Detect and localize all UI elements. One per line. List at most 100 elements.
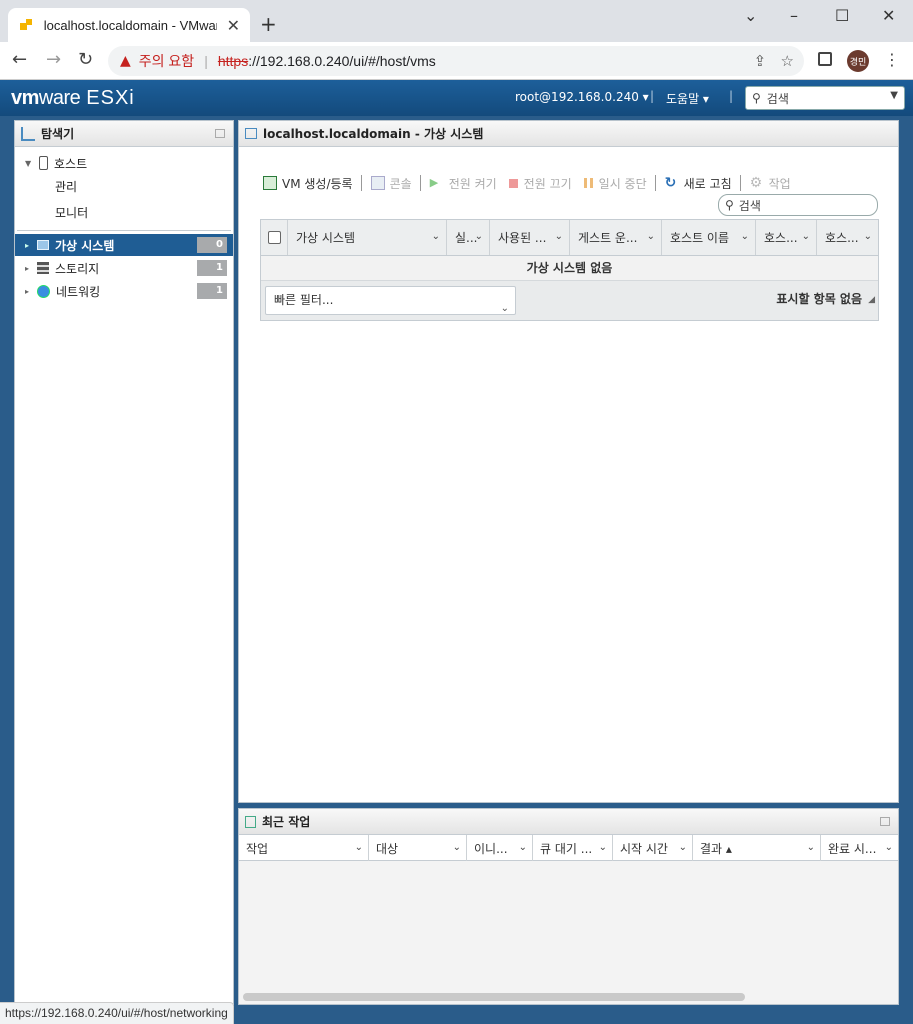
navigator-panel: 탐색기 ▼ 호스트 관리 모니터 ▸ 가상 시스템 0 ▸ 스토리지 1 ▸ 네… bbox=[14, 120, 234, 1005]
storage-icon bbox=[37, 262, 49, 274]
chevron-down-icon[interactable]: ⌄ bbox=[864, 231, 872, 242]
new-tab-icon[interactable]: + bbox=[260, 12, 277, 36]
sidebar-item-networking[interactable]: ▸ 네트워킹 1 bbox=[15, 280, 233, 302]
column-header[interactable]: 큐 대기 ... ⌄ bbox=[533, 835, 613, 861]
select-all-checkbox[interactable] bbox=[268, 231, 281, 244]
share-and-bookmark-icons[interactable]: ⇪ ☆ bbox=[754, 52, 794, 70]
power-off-button[interactable]: 전원 끄기 bbox=[505, 175, 572, 192]
browser-menu-icon[interactable]: ⋮ bbox=[884, 50, 900, 69]
browser-tab[interactable]: localhost.localdomain - VMware ✕ bbox=[8, 8, 250, 42]
horizontal-scrollbar[interactable] bbox=[243, 993, 745, 1001]
page-title: localhost.localdomain - 가상 시스템 bbox=[263, 127, 484, 141]
side-panel-icon[interactable] bbox=[818, 52, 832, 66]
user-menu[interactable]: root@192.168.0.240 ▾ bbox=[515, 90, 649, 104]
actions-button[interactable]: ⚙ 작업 bbox=[750, 175, 791, 192]
chevron-down-icon[interactable]: ⌄ bbox=[679, 842, 687, 853]
column-label: 게스트 운... bbox=[578, 231, 638, 245]
column-header[interactable]: 호스트 이름 ⌄ bbox=[662, 220, 756, 255]
select-all-column[interactable] bbox=[261, 220, 288, 255]
tab-close-icon[interactable]: ✕ bbox=[227, 16, 240, 35]
virtual-machines-icon bbox=[245, 128, 257, 139]
sidebar-item-storage[interactable]: ▸ 스토리지 1 bbox=[15, 257, 233, 279]
vm-search-input[interactable]: ⚲ 검색 bbox=[718, 194, 878, 216]
recent-tasks-header: 최근 작업 bbox=[239, 809, 898, 835]
count-badge: 1 bbox=[197, 283, 227, 299]
sidebar-item-label: 가상 시스템 bbox=[55, 238, 115, 253]
column-header[interactable]: 이니... ⌄ bbox=[467, 835, 533, 861]
profile-avatar[interactable]: 경민 bbox=[847, 50, 869, 72]
sidebar-item-label: 네트워킹 bbox=[56, 284, 101, 299]
console-button[interactable]: 콘솔 bbox=[370, 175, 412, 192]
chevron-down-icon[interactable]: ⌄ bbox=[519, 842, 527, 853]
column-header[interactable]: 실... ⌄ bbox=[447, 220, 490, 255]
quick-filter-select[interactable]: 빠른 필터... ⌄ bbox=[265, 286, 516, 315]
reload-icon[interactable]: ↻ bbox=[78, 49, 93, 70]
minimize-panel-icon[interactable] bbox=[880, 817, 890, 826]
chevron-down-icon[interactable]: ⌄ bbox=[741, 231, 749, 242]
column-header[interactable]: 완료 시... ⌄ bbox=[821, 835, 898, 861]
sidebar-item-virtual-machines[interactable]: ▸ 가상 시스템 0 bbox=[15, 234, 233, 256]
chevron-down-icon[interactable]: ⌄ bbox=[475, 231, 483, 242]
chevron-down-icon[interactable]: ⌄ bbox=[501, 295, 509, 322]
create-register-vm-button[interactable]: VM 생성/등록 bbox=[263, 175, 353, 192]
item-count-label: 표시할 항목 없음 bbox=[776, 292, 862, 306]
header-search-input[interactable]: ⚲ 검색 ▼ bbox=[745, 86, 905, 110]
header-divider: | bbox=[650, 89, 655, 103]
resize-grip-icon[interactable]: ◢ bbox=[868, 295, 875, 305]
chevron-down-icon[interactable]: ⌄ bbox=[555, 231, 563, 242]
column-header[interactable]: 가상 시스템 ⌄ bbox=[288, 220, 447, 255]
power-on-label: 전원 켜기 bbox=[448, 176, 497, 191]
column-header[interactable]: 호스... ⌄ bbox=[817, 220, 878, 255]
expand-triangle-icon[interactable]: ▸ bbox=[25, 264, 33, 273]
minimize-icon[interactable]: ⌄ bbox=[744, 6, 757, 25]
refresh-icon: ↻ bbox=[664, 175, 677, 191]
sidebar-item-manage[interactable]: 관리 bbox=[15, 175, 233, 197]
logo-product: ESXi bbox=[86, 87, 135, 109]
column-header[interactable]: 시작 시간 ⌄ bbox=[613, 835, 693, 861]
suspend-button[interactable]: 일시 중단 bbox=[580, 175, 647, 192]
column-header[interactable]: 사용된 ... ⌄ bbox=[490, 220, 570, 255]
host-icon bbox=[39, 156, 48, 170]
sidebar-item-monitor[interactable]: 모니터 bbox=[15, 201, 233, 223]
power-on-button[interactable]: ▶ 전원 켜기 bbox=[430, 175, 497, 192]
chevron-down-icon[interactable]: ⌄ bbox=[599, 842, 607, 853]
chevron-down-icon[interactable]: ⌄ bbox=[432, 231, 440, 242]
chevron-down-icon[interactable]: ⌄ bbox=[885, 842, 893, 853]
sidebar-item-host[interactable]: ▼ 호스트 bbox=[15, 152, 233, 174]
minimize-panel-icon[interactable] bbox=[215, 129, 225, 138]
chevron-down-icon[interactable]: ▼ bbox=[890, 90, 898, 101]
suspend-label: 일시 중단 bbox=[598, 176, 647, 191]
chevron-down-icon[interactable]: ⌄ bbox=[807, 842, 815, 853]
warning-icon[interactable]: ▲ bbox=[120, 53, 131, 69]
virtual-machines-panel: localhost.localdomain - 가상 시스템 VM 생성/등록 … bbox=[238, 120, 899, 803]
expand-triangle-icon[interactable]: ▸ bbox=[25, 287, 33, 296]
back-icon[interactable]: ← bbox=[12, 49, 27, 70]
chevron-down-icon[interactable]: ⌄ bbox=[802, 231, 810, 242]
url-scheme: https bbox=[217, 53, 249, 69]
refresh-button[interactable]: ↻ 새로 고침 bbox=[665, 175, 732, 192]
sidebar-item-label: 관리 bbox=[55, 179, 78, 194]
column-header[interactable]: 게스트 운... ⌄ bbox=[570, 220, 662, 255]
column-header[interactable]: 대상 ⌄ bbox=[369, 835, 467, 861]
chevron-down-icon[interactable]: ⌄ bbox=[647, 231, 655, 242]
vm-toolbar: VM 생성/등록 콘솔 ▶ 전원 켜기 전원 끄기 일시 중단 ↻ 새로 고침 … bbox=[263, 173, 799, 193]
column-header[interactable]: 호스... ⌄ bbox=[756, 220, 817, 255]
logo-vm: vm bbox=[11, 87, 39, 109]
maximize-icon[interactable]: ☐ bbox=[835, 6, 849, 25]
vm-table: 가상 시스템 ⌄ 실... ⌄ 사용된 ... ⌄ 게스트 운... ⌄ 호스트 이름 ⌄… bbox=[260, 219, 879, 321]
column-label: 사용된 ... bbox=[498, 231, 547, 245]
chevron-down-icon[interactable]: ⌄ bbox=[355, 842, 363, 853]
column-header[interactable]: 작업 ⌄ bbox=[239, 835, 369, 861]
vm-search-placeholder: 검색 bbox=[738, 198, 761, 213]
help-menu[interactable]: 도움말 ▾ bbox=[666, 90, 709, 107]
security-warning-label[interactable]: 주의 요함 bbox=[139, 51, 194, 71]
expand-triangle-icon[interactable]: ▼ bbox=[25, 159, 33, 168]
expand-triangle-icon[interactable]: ▸ bbox=[25, 241, 33, 250]
chevron-down-icon[interactable]: ⌄ bbox=[453, 842, 461, 853]
forward-icon[interactable]: → bbox=[46, 49, 61, 70]
restore-icon[interactable]: – bbox=[790, 6, 798, 25]
tasks-table-header: 작업 ⌄ 대상 ⌄ 이니... ⌄ 큐 대기 ... ⌄ 시작 시간 ⌄ 결과 ▴ ⌄ 완료… bbox=[239, 835, 898, 861]
column-header[interactable]: 결과 ▴ ⌄ bbox=[693, 835, 821, 861]
close-window-icon[interactable]: ✕ bbox=[882, 6, 895, 25]
url-omnibox[interactable]: ▲ 주의 요함 | https ://192.168.0.240/ui/#/ho… bbox=[108, 46, 804, 76]
